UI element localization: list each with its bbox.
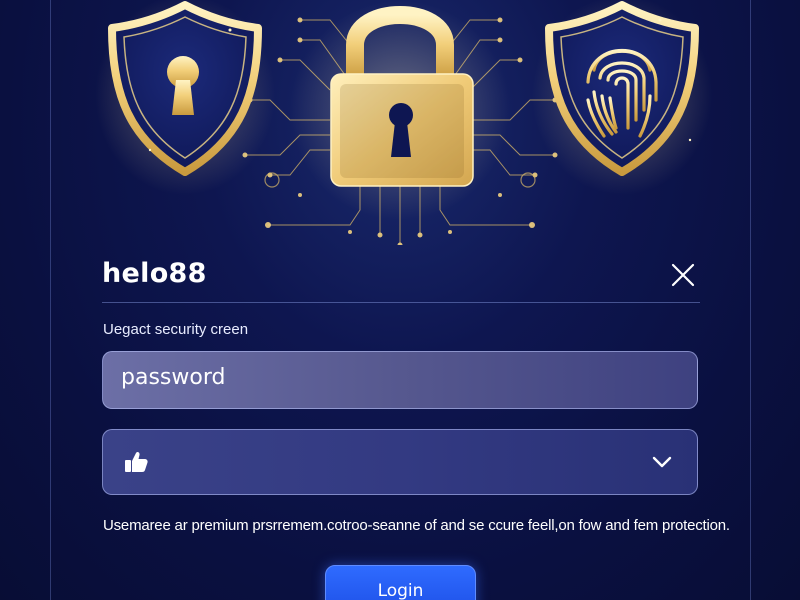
security-option-select[interactable]	[102, 429, 698, 495]
close-button[interactable]	[668, 260, 698, 290]
app-title: helo88	[102, 258, 207, 289]
description-text: Usemaree ar premium prsrremem.cotroo-sea…	[103, 517, 730, 534]
header-divider	[102, 302, 700, 303]
security-illustration	[0, 0, 800, 245]
padlock-icon	[290, 0, 510, 220]
login-screen: helo88 Uegact security creen password Us…	[0, 0, 800, 600]
thumbs-up-icon	[125, 451, 148, 472]
close-icon	[671, 263, 695, 287]
form-subtitle: Uegact security creen	[103, 321, 249, 338]
password-value: password	[121, 365, 226, 390]
password-field[interactable]: password	[102, 351, 698, 409]
header: helo88	[102, 256, 700, 296]
chevron-down-icon[interactable]	[651, 452, 673, 472]
fingerprint-shield-icon	[532, 0, 712, 195]
login-button[interactable]: Login	[325, 565, 476, 600]
keyhole-shield-icon	[95, 0, 275, 195]
